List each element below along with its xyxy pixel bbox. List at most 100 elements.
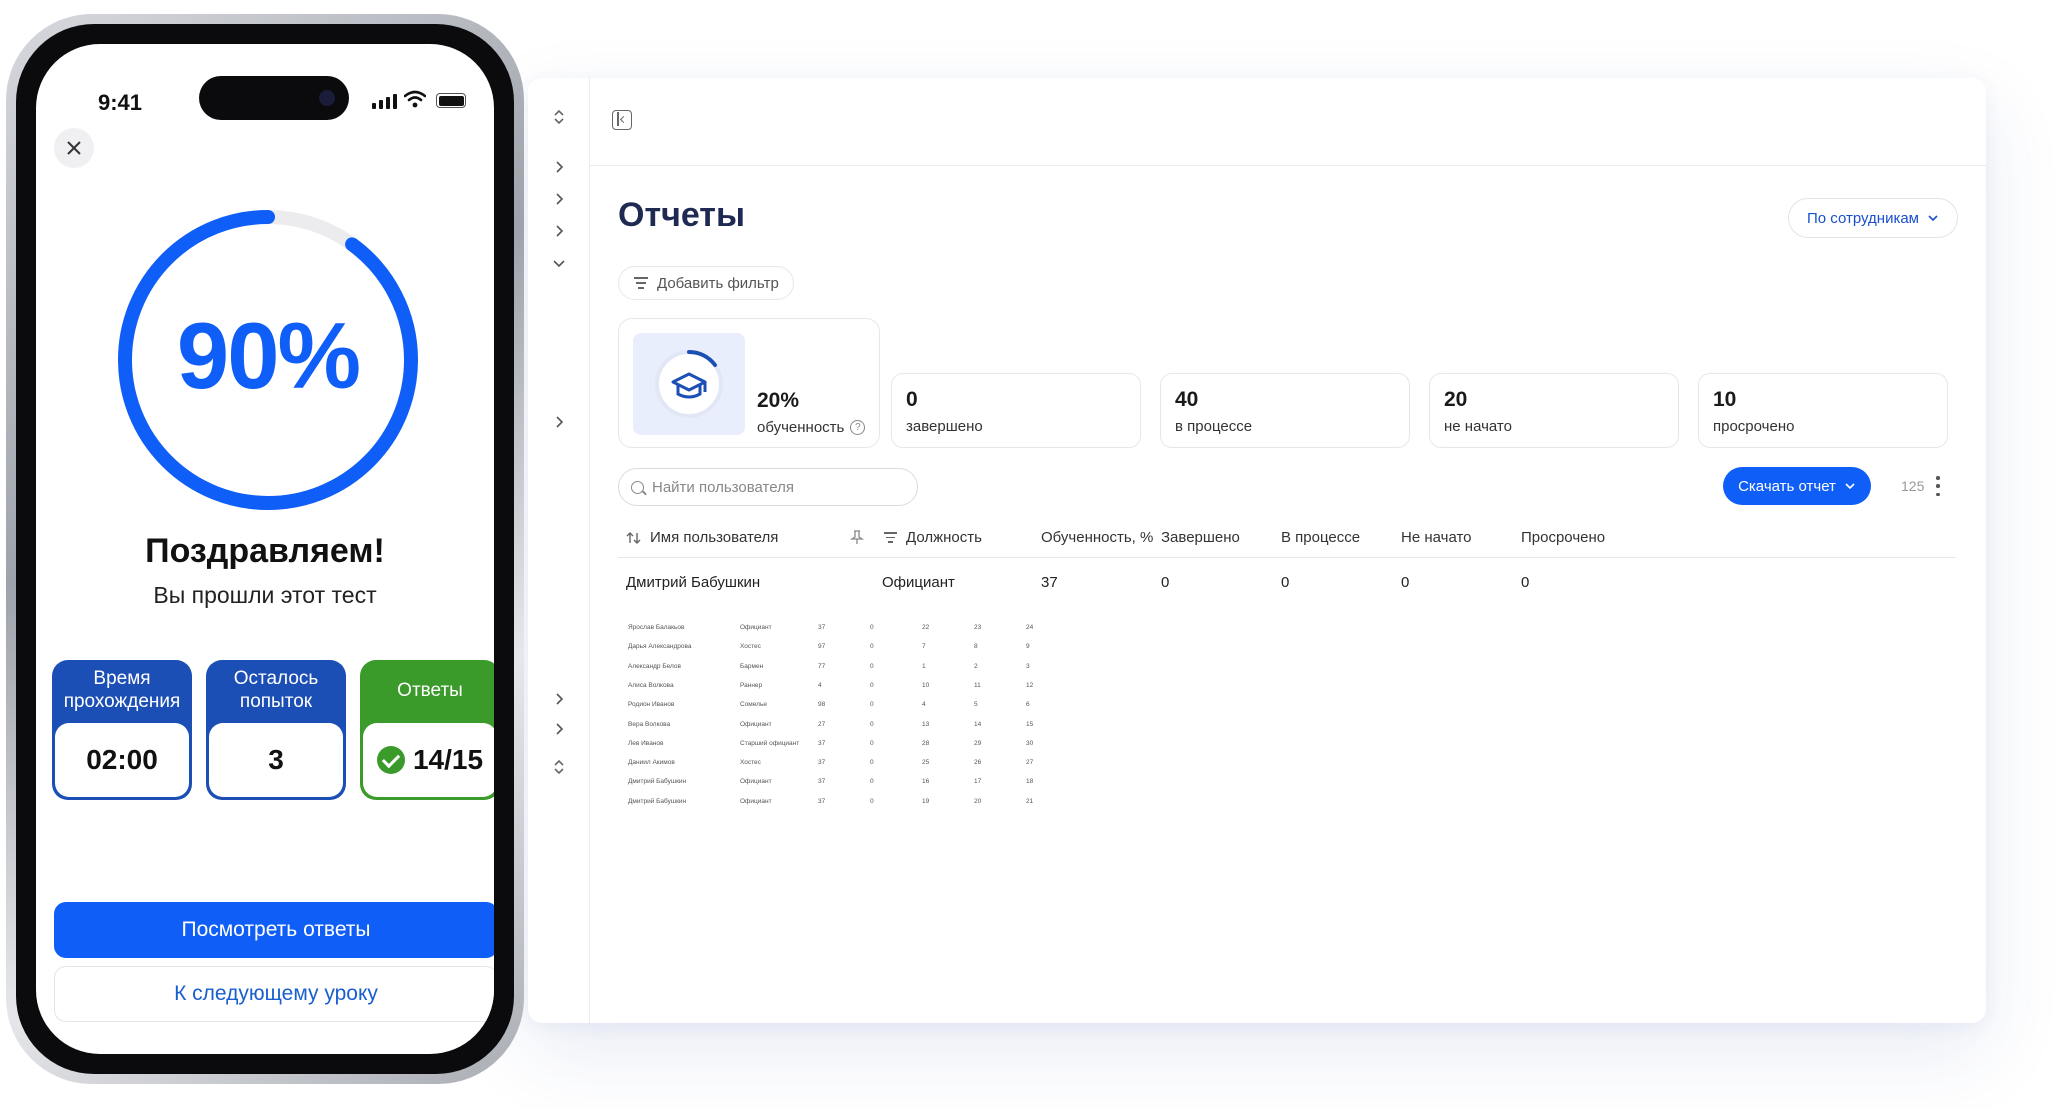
mini-table-cell: 15 <box>1026 720 1034 728</box>
column-header-completed[interactable]: Завершено <box>1161 529 1240 546</box>
mini-table-cell: 28 <box>922 739 930 747</box>
mini-table-cell: Дмитрий Бабушкин <box>628 778 687 786</box>
mini-table-cell: 37 <box>818 778 826 786</box>
sidebar-toggle-icon[interactable] <box>612 110 632 130</box>
mini-table-cell: 37 <box>818 797 826 805</box>
chevron-right-icon[interactable] <box>548 188 570 210</box>
tile-value-text: 14/15 <box>412 744 484 775</box>
mini-table-cell: Даниил Акимов <box>628 759 675 767</box>
mini-table-cell: Родион Иванов <box>628 701 675 709</box>
check-icon <box>376 746 405 774</box>
add-filter-button[interactable]: Добавить фильтр <box>618 266 794 300</box>
close-button[interactable] <box>54 128 94 168</box>
phone-frame: 9:41 90% Поздравляем! Вы прошли этот тес… <box>6 14 524 1084</box>
stat-label: просрочено <box>1713 418 1795 435</box>
mini-table-cell: 21 <box>1026 797 1034 805</box>
mini-table-cell: 0 <box>870 720 874 728</box>
help-icon[interactable]: ? <box>850 420 866 435</box>
column-header-not-started[interactable]: Не начато <box>1401 529 1472 546</box>
mini-table-cell: 22 <box>922 624 930 631</box>
expand-collapse-icon[interactable] <box>548 756 570 778</box>
chevron-right-icon[interactable] <box>548 220 570 242</box>
next-lesson-button[interactable]: К следующему уроку <box>54 966 494 1022</box>
stat-value: 10 <box>1713 388 1737 411</box>
top-bar <box>590 78 1986 166</box>
mini-table-cell: 7 <box>922 643 926 651</box>
congrats-title: Поздравляем! <box>145 532 385 570</box>
mini-table-cell: Ярослав Балакьов <box>628 624 685 631</box>
chevron-right-icon[interactable] <box>548 718 570 740</box>
mini-table-cell: Алиса Волкова <box>628 681 674 689</box>
battery-icon <box>436 93 466 108</box>
search-input[interactable]: Найти пользователя <box>618 468 918 506</box>
mini-table-cell: 37 <box>818 624 826 631</box>
cell-not-started: 0 <box>1401 574 1410 591</box>
mini-table-cell: 1 <box>922 662 926 670</box>
stat-value: 0 <box>906 388 918 411</box>
column-header-position[interactable]: Должность <box>882 529 982 546</box>
mini-table-cell: 30 <box>1026 739 1034 747</box>
chevron-down-icon[interactable] <box>548 252 570 274</box>
mini-table-cell: 19 <box>922 797 930 805</box>
sort-icon <box>626 531 641 544</box>
stat-label: завершено <box>906 418 983 435</box>
filter-icon <box>882 531 898 544</box>
stat-label-text: обученность <box>757 419 845 436</box>
stat-card-overdue: 10 просрочено <box>1698 373 1948 448</box>
table-row[interactable]: Дмитрий Бабушкин Официант 37 0 0 0 0 <box>618 568 1956 598</box>
column-header-in-progress[interactable]: В процессе <box>1281 529 1360 546</box>
mini-table-cell: 0 <box>870 681 874 689</box>
cell-overdue: 0 <box>1521 574 1530 591</box>
mini-table-cell: Александр Белов <box>628 662 681 670</box>
table-header: Имя пользователя Должность Обученность, … <box>618 518 1956 558</box>
kebab-icon[interactable] <box>1935 476 1941 496</box>
progress-percent: 90% <box>176 303 361 408</box>
chevron-right-icon[interactable] <box>548 411 570 433</box>
mini-table-cell: 24 <box>1026 624 1034 631</box>
mini-table-cell: 20 <box>974 797 982 805</box>
page-title: Отчеты <box>618 196 745 234</box>
mini-table-cell: 13 <box>922 720 930 728</box>
mini-table-cell: 29 <box>974 739 982 747</box>
view-select[interactable]: По сотрудникам <box>1788 198 1958 238</box>
mini-table-cell: Хостес <box>740 643 761 651</box>
column-header-label: Имя пользователя <box>650 529 779 546</box>
phone-bezel: 9:41 90% Поздравляем! Вы прошли этот тес… <box>16 24 514 1074</box>
mini-table-cell: 0 <box>870 624 874 631</box>
signal-icon <box>372 94 397 109</box>
chevron-right-icon[interactable] <box>548 688 570 710</box>
graduation-cap-icon <box>633 333 745 435</box>
time-tile: Время прохождения 02:00 <box>52 660 192 800</box>
chevron-right-icon[interactable] <box>548 156 570 178</box>
expand-collapse-icon[interactable] <box>548 106 570 128</box>
mini-table-cell: Официант <box>740 797 772 805</box>
status-time: 9:41 <box>98 90 143 115</box>
column-header-name[interactable]: Имя пользователя <box>626 529 778 546</box>
download-report-button[interactable]: Скачать отчет <box>1723 467 1871 505</box>
filter-icon <box>633 277 649 289</box>
stat-card-completed: 0 завершено <box>891 373 1141 448</box>
view-select-label: По сотрудникам <box>1807 209 1919 227</box>
column-header-overdue[interactable]: Просрочено <box>1521 529 1605 546</box>
close-icon <box>67 141 81 155</box>
cell-in-progress: 0 <box>1281 574 1290 591</box>
chevron-down-icon <box>1845 483 1855 490</box>
mini-table-cell: Бармен <box>740 662 764 670</box>
mini-table-cell: 0 <box>870 643 874 651</box>
stat-card-in-progress: 40 в процессе <box>1160 373 1410 448</box>
add-filter-label: Добавить фильтр <box>657 274 779 292</box>
search-icon <box>631 480 644 494</box>
mini-table-cell: Дарья Александрова <box>628 643 692 651</box>
view-answers-button[interactable]: Посмотреть ответы <box>54 902 494 958</box>
mini-table-cell: 14 <box>974 720 982 728</box>
stat-card-training: 20% обученность ? <box>618 318 880 448</box>
mini-table-cell: 8 <box>974 643 978 651</box>
mini-table-cell: 3 <box>1026 662 1030 670</box>
mini-table-cell: Старший официант <box>740 739 800 747</box>
mini-table-cell: 10 <box>922 681 930 689</box>
column-header-training[interactable]: Обученность, % <box>1041 529 1153 546</box>
tile-value-text: 02:00 <box>86 744 158 775</box>
pin-icon[interactable] <box>850 529 864 545</box>
download-report-label: Скачать отчет <box>1738 477 1836 495</box>
mini-table-cell: Официант <box>740 624 772 631</box>
